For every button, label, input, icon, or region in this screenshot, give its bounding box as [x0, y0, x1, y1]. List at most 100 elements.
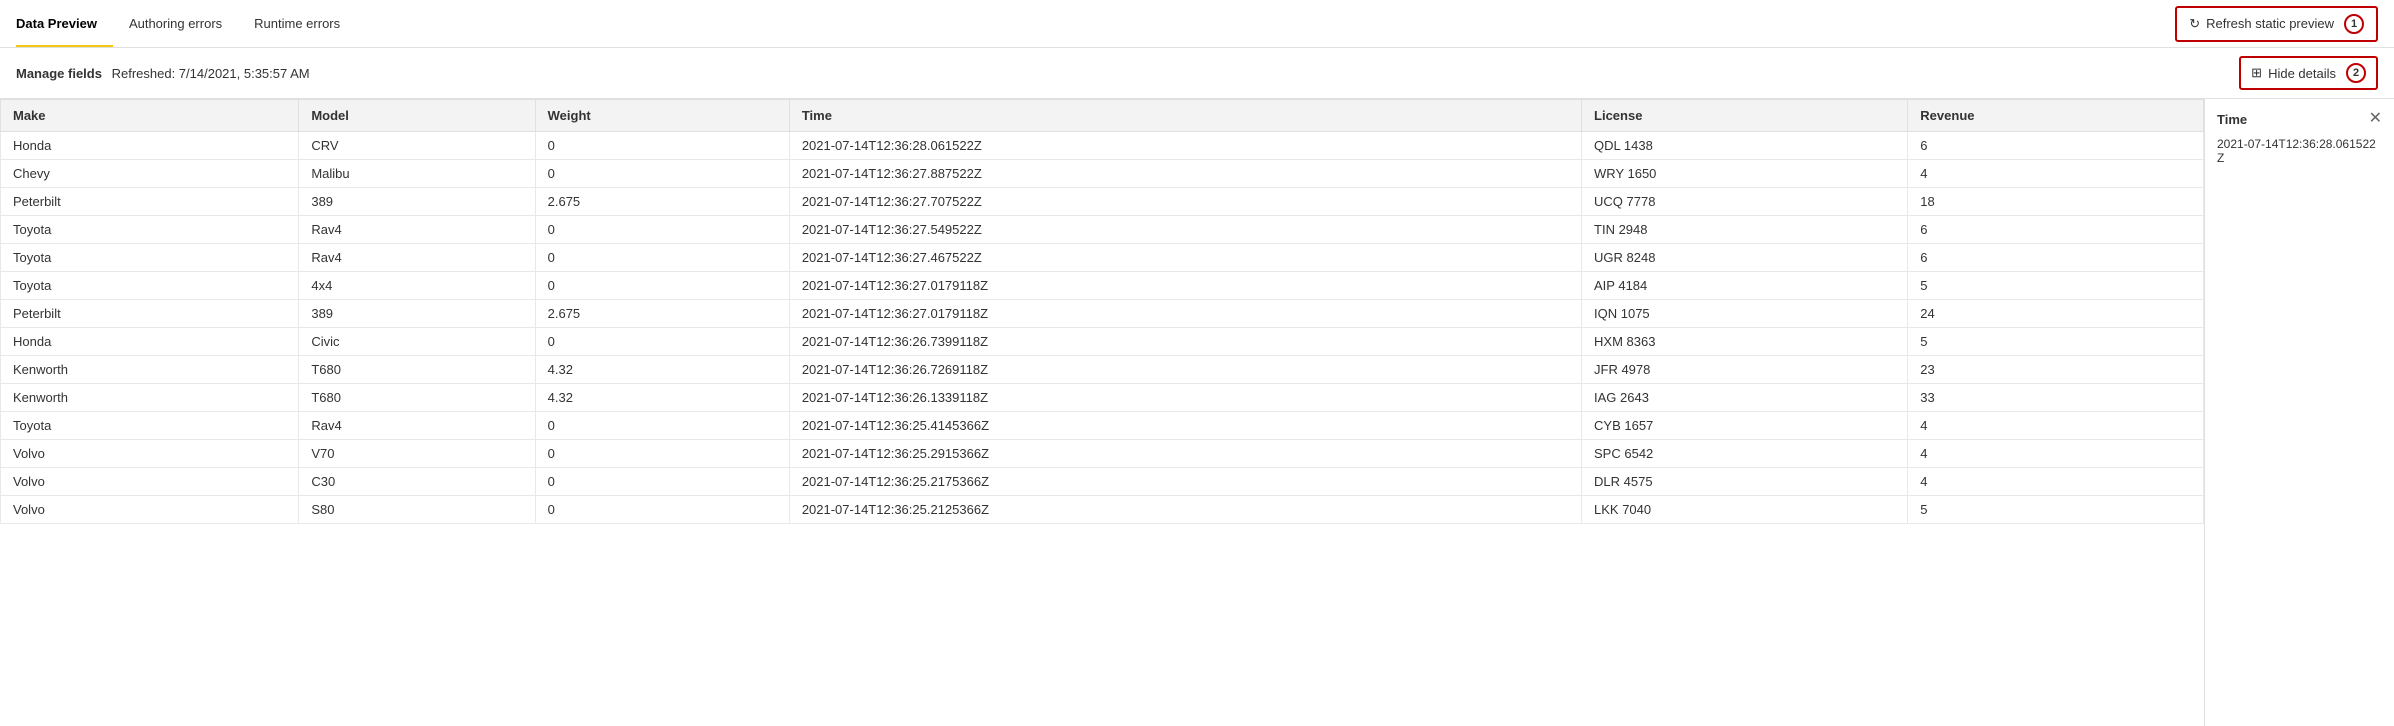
cell-model-3: Rav4	[299, 216, 535, 244]
detail-panel-close-button[interactable]: ✕	[2369, 111, 2382, 127]
table-row[interactable]: KenworthT6804.322021-07-14T12:36:26.1339…	[1, 384, 2204, 412]
cell-model-7: Civic	[299, 328, 535, 356]
cell-make-1: Chevy	[1, 160, 299, 188]
hide-details-button[interactable]: ⊞ Hide details 2	[2239, 56, 2378, 90]
cell-weight-4: 0	[535, 244, 789, 272]
cell-make-6: Peterbilt	[1, 300, 299, 328]
tabs-bar: Data Preview Authoring errors Runtime er…	[0, 0, 2394, 48]
tab-data-preview[interactable]: Data Preview	[16, 0, 113, 47]
cell-license-1: WRY 1650	[1582, 160, 1908, 188]
cell-revenue-3: 6	[1908, 216, 2204, 244]
cell-model-5: 4x4	[299, 272, 535, 300]
table-row[interactable]: HondaCivic02021-07-14T12:36:26.7399118ZH…	[1, 328, 2204, 356]
table-row[interactable]: ToyotaRav402021-07-14T12:36:27.549522ZTI…	[1, 216, 2204, 244]
cell-weight-8: 4.32	[535, 356, 789, 384]
table-row[interactable]: VolvoS8002021-07-14T12:36:25.2125366ZLKK…	[1, 496, 2204, 524]
cell-weight-3: 0	[535, 216, 789, 244]
cell-model-8: T680	[299, 356, 535, 384]
cell-weight-10: 0	[535, 412, 789, 440]
cell-time-7: 2021-07-14T12:36:26.7399118Z	[789, 328, 1581, 356]
refresh-static-preview-button[interactable]: ↻ Refresh static preview 1	[2175, 6, 2378, 42]
cell-time-1: 2021-07-14T12:36:27.887522Z	[789, 160, 1581, 188]
cell-make-3: Toyota	[1, 216, 299, 244]
cell-time-8: 2021-07-14T12:36:26.7269118Z	[789, 356, 1581, 384]
cell-time-11: 2021-07-14T12:36:25.2915366Z	[789, 440, 1581, 468]
cell-model-1: Malibu	[299, 160, 535, 188]
tab-authoring-errors[interactable]: Authoring errors	[113, 0, 238, 47]
manage-fields-label: Manage fields	[16, 66, 102, 81]
cell-weight-0: 0	[535, 132, 789, 160]
cell-make-9: Kenworth	[1, 384, 299, 412]
cell-make-7: Honda	[1, 328, 299, 356]
cell-time-9: 2021-07-14T12:36:26.1339118Z	[789, 384, 1581, 412]
table-row[interactable]: Peterbilt3892.6752021-07-14T12:36:27.707…	[1, 188, 2204, 216]
cell-model-4: Rav4	[299, 244, 535, 272]
cell-revenue-7: 5	[1908, 328, 2204, 356]
hide-details-label: Hide details	[2268, 66, 2336, 81]
cell-make-2: Peterbilt	[1, 188, 299, 216]
table-row[interactable]: Peterbilt3892.6752021-07-14T12:36:27.017…	[1, 300, 2204, 328]
detail-panel-value: 2021-07-14T12:36:28.061522Z	[2217, 137, 2382, 165]
cell-weight-5: 0	[535, 272, 789, 300]
table-row[interactable]: ToyotaRav402021-07-14T12:36:27.467522ZUG…	[1, 244, 2204, 272]
col-header-make[interactable]: Make	[1, 100, 299, 132]
col-header-revenue[interactable]: Revenue	[1908, 100, 2204, 132]
cell-license-8: JFR 4978	[1582, 356, 1908, 384]
table-row[interactable]: KenworthT6804.322021-07-14T12:36:26.7269…	[1, 356, 2204, 384]
table-row[interactable]: VolvoV7002021-07-14T12:36:25.2915366ZSPC…	[1, 440, 2204, 468]
cell-model-12: C30	[299, 468, 535, 496]
sub-bar: Manage fields Refreshed: 7/14/2021, 5:35…	[0, 48, 2394, 99]
table-row[interactable]: ToyotaRav402021-07-14T12:36:25.4145366ZC…	[1, 412, 2204, 440]
refresh-label: Refresh static preview	[2206, 16, 2334, 31]
table-row[interactable]: HondaCRV02021-07-14T12:36:28.061522ZQDL …	[1, 132, 2204, 160]
cell-time-0: 2021-07-14T12:36:28.061522Z	[789, 132, 1581, 160]
cell-make-5: Toyota	[1, 272, 299, 300]
col-header-model[interactable]: Model	[299, 100, 535, 132]
cell-revenue-11: 4	[1908, 440, 2204, 468]
cell-time-5: 2021-07-14T12:36:27.0179118Z	[789, 272, 1581, 300]
table-header-row: MakeModelWeightTimeLicenseRevenue	[1, 100, 2204, 132]
cell-weight-9: 4.32	[535, 384, 789, 412]
cell-model-11: V70	[299, 440, 535, 468]
hide-details-icon: ⊞	[2251, 65, 2262, 81]
cell-weight-11: 0	[535, 440, 789, 468]
cell-weight-7: 0	[535, 328, 789, 356]
refresh-icon: ↻	[2189, 16, 2200, 32]
cell-revenue-5: 5	[1908, 272, 2204, 300]
cell-revenue-6: 24	[1908, 300, 2204, 328]
cell-make-0: Honda	[1, 132, 299, 160]
cell-license-4: UGR 8248	[1582, 244, 1908, 272]
refreshed-timestamp: Refreshed: 7/14/2021, 5:35:57 AM	[112, 66, 310, 81]
manage-fields-section: Manage fields Refreshed: 7/14/2021, 5:35…	[16, 66, 310, 81]
cell-revenue-9: 33	[1908, 384, 2204, 412]
table-row[interactable]: VolvoC3002021-07-14T12:36:25.2175366ZDLR…	[1, 468, 2204, 496]
col-header-weight[interactable]: Weight	[535, 100, 789, 132]
cell-revenue-10: 4	[1908, 412, 2204, 440]
badge-1: 1	[2344, 14, 2364, 34]
cell-revenue-2: 18	[1908, 188, 2204, 216]
cell-make-4: Toyota	[1, 244, 299, 272]
detail-panel: Time ✕ 2021-07-14T12:36:28.061522Z	[2204, 99, 2394, 726]
table-row[interactable]: Toyota4x402021-07-14T12:36:27.0179118ZAI…	[1, 272, 2204, 300]
col-header-license[interactable]: License	[1582, 100, 1908, 132]
cell-time-10: 2021-07-14T12:36:25.4145366Z	[789, 412, 1581, 440]
cell-model-13: S80	[299, 496, 535, 524]
badge-2: 2	[2346, 63, 2366, 83]
col-header-time[interactable]: Time	[789, 100, 1581, 132]
cell-model-6: 389	[299, 300, 535, 328]
table-row[interactable]: ChevyMalibu02021-07-14T12:36:27.887522ZW…	[1, 160, 2204, 188]
cell-weight-1: 0	[535, 160, 789, 188]
cell-license-9: IAG 2643	[1582, 384, 1908, 412]
cell-revenue-12: 4	[1908, 468, 2204, 496]
table-area[interactable]: MakeModelWeightTimeLicenseRevenue HondaC…	[0, 99, 2204, 726]
cell-make-11: Volvo	[1, 440, 299, 468]
tab-runtime-errors[interactable]: Runtime errors	[238, 0, 356, 47]
cell-weight-12: 0	[535, 468, 789, 496]
cell-time-13: 2021-07-14T12:36:25.2125366Z	[789, 496, 1581, 524]
cell-model-9: T680	[299, 384, 535, 412]
cell-model-10: Rav4	[299, 412, 535, 440]
main-area: MakeModelWeightTimeLicenseRevenue HondaC…	[0, 99, 2394, 726]
data-table: MakeModelWeightTimeLicenseRevenue HondaC…	[0, 99, 2204, 524]
detail-panel-header: Time ✕	[2217, 111, 2382, 127]
cell-model-0: CRV	[299, 132, 535, 160]
